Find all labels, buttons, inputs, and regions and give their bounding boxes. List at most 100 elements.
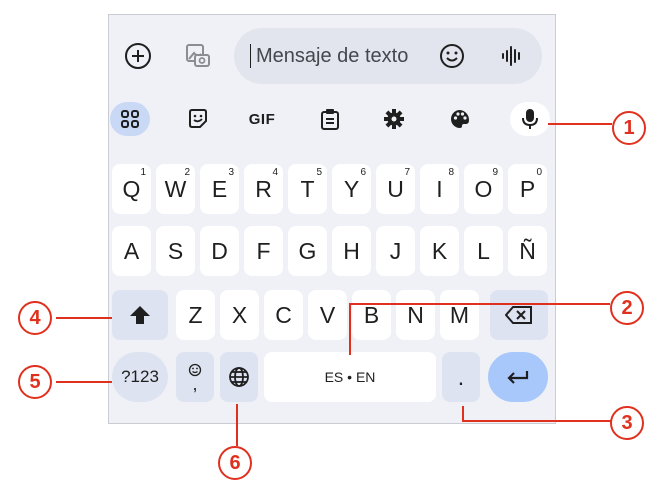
key-label: Q — [122, 175, 141, 202]
period-key[interactable]: . — [442, 352, 480, 402]
key-p[interactable]: P0 — [508, 164, 547, 214]
key-k[interactable]: K — [420, 226, 459, 276]
key-b[interactable]: B — [352, 290, 391, 340]
key-x[interactable]: X — [220, 290, 259, 340]
voice-message-button[interactable] — [494, 38, 530, 74]
callout-badge-5: 5 — [18, 365, 52, 399]
key-a[interactable]: A — [112, 226, 151, 276]
key-h[interactable]: H — [332, 226, 371, 276]
shift-arrow-icon — [130, 306, 150, 324]
callout-line-6 — [236, 404, 238, 446]
key-t[interactable]: T5 — [288, 164, 327, 214]
gallery-camera-icon — [186, 44, 210, 67]
gif-button[interactable]: GIF — [244, 102, 280, 136]
backspace-key[interactable] — [490, 290, 548, 340]
enter-key[interactable] — [488, 352, 548, 402]
language-key[interactable] — [220, 352, 258, 402]
backspace-icon — [505, 306, 532, 324]
key-u[interactable]: U7 — [376, 164, 415, 214]
callout-line-2 — [350, 303, 610, 305]
key-label: R — [255, 175, 272, 202]
key-q[interactable]: Q1 — [112, 164, 151, 214]
key-label: J — [389, 237, 402, 264]
sticker-button[interactable] — [180, 102, 216, 136]
shift-key[interactable] — [112, 290, 168, 340]
key-label: L — [477, 237, 490, 264]
smiley-icon — [440, 44, 464, 68]
key-e[interactable]: E3 — [200, 164, 239, 214]
key-label: B — [363, 301, 380, 328]
key-label: U — [387, 175, 404, 202]
key-label: O — [474, 175, 493, 202]
key-label: C — [275, 301, 292, 328]
key-y[interactable]: Y6 — [332, 164, 371, 214]
callout-badge-4: 4 — [18, 301, 52, 335]
key-i[interactable]: I8 — [420, 164, 459, 214]
microphone-icon — [522, 109, 538, 129]
key-w[interactable]: W2 — [156, 164, 195, 214]
key-label: H — [343, 237, 360, 264]
key-z[interactable]: Z — [176, 290, 215, 340]
key-c[interactable]: C — [264, 290, 303, 340]
gallery-camera-button[interactable] — [180, 38, 216, 74]
key-label: K — [431, 237, 448, 264]
emoji-comma-key[interactable]: , — [176, 352, 214, 402]
grid-icon — [121, 110, 139, 128]
key-g[interactable]: G — [288, 226, 327, 276]
emoji-button[interactable] — [434, 38, 470, 74]
key-label: T — [300, 175, 315, 202]
key-v[interactable]: V — [308, 290, 347, 340]
space-key[interactable]: ES • EN — [264, 352, 436, 402]
add-attachment-button[interactable] — [120, 38, 156, 74]
key-number-hint: 5 — [316, 167, 322, 178]
key-label: Z — [188, 301, 203, 328]
settings-button[interactable] — [376, 102, 412, 136]
key-label: Ñ — [519, 237, 536, 264]
key-j[interactable]: J — [376, 226, 415, 276]
callout-line-2-vertical — [349, 303, 351, 355]
key-label: I — [436, 175, 443, 202]
plus-circle-icon — [125, 43, 151, 69]
callout-badge-6: 6 — [218, 446, 252, 480]
message-placeholder: Mensaje de texto — [256, 45, 409, 67]
key-number-hint: 4 — [272, 167, 278, 178]
voice-typing-button[interactable] — [510, 102, 550, 136]
clipboard-icon — [321, 109, 339, 130]
key-f[interactable]: F — [244, 226, 283, 276]
callout-line-3-vertical — [462, 406, 464, 420]
callout-line-4 — [56, 317, 112, 319]
key-l[interactable]: L — [464, 226, 503, 276]
key-number-hint: 9 — [492, 167, 498, 178]
key-m[interactable]: M — [440, 290, 479, 340]
key-number-hint: 3 — [228, 167, 234, 178]
key-number-hint: 8 — [448, 167, 454, 178]
key-o[interactable]: O9 — [464, 164, 503, 214]
key-r[interactable]: R4 — [244, 164, 283, 214]
sticker-icon — [189, 109, 207, 128]
key-label: G — [298, 237, 317, 264]
key-label: M — [449, 301, 470, 328]
key-n[interactable]: N — [396, 290, 435, 340]
enter-arrow-icon — [507, 371, 529, 384]
symbols-key[interactable]: ?123 — [112, 352, 168, 402]
key-number-hint: 0 — [536, 167, 542, 178]
key-label: W — [164, 175, 187, 202]
key-label: Y — [343, 175, 360, 202]
clipboard-button[interactable] — [312, 102, 348, 136]
key-ñ[interactable]: Ñ — [508, 226, 547, 276]
key-number-hint: 6 — [360, 167, 366, 178]
waveform-icon — [502, 46, 520, 66]
key-d[interactable]: D — [200, 226, 239, 276]
callout-line-5 — [56, 381, 112, 383]
key-s[interactable]: S — [156, 226, 195, 276]
apps-grid-button[interactable] — [110, 102, 150, 136]
key-label: E — [211, 175, 228, 202]
key-label: X — [231, 301, 248, 328]
palette-icon — [451, 110, 470, 128]
key-label: V — [319, 301, 336, 328]
key-label: D — [211, 237, 228, 264]
callout-badge-2: 2 — [610, 291, 644, 325]
text-cursor — [250, 44, 251, 68]
key-label: S — [167, 237, 184, 264]
theme-button[interactable] — [442, 102, 478, 136]
